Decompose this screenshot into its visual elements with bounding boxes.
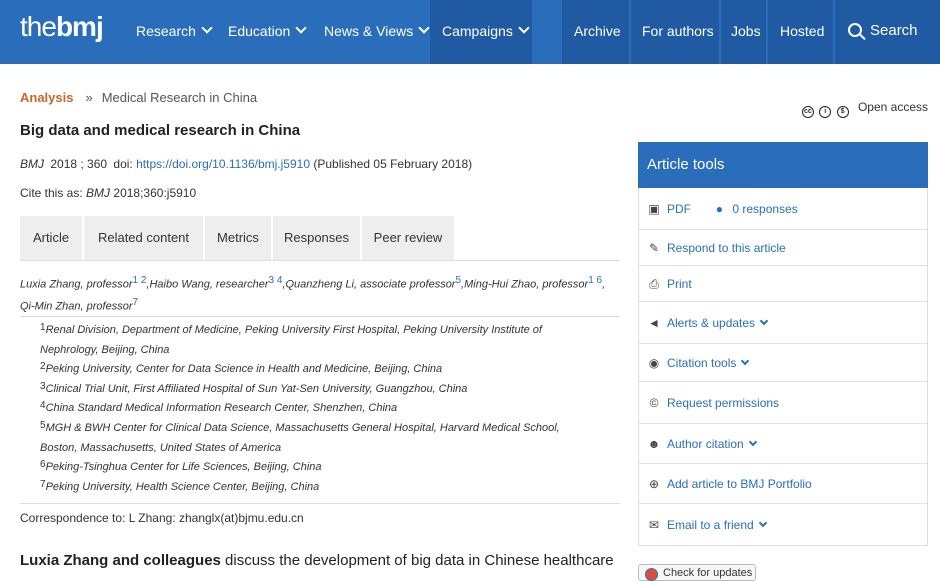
bmj-logo[interactable]: thebmj xyxy=(20,10,104,44)
tool-add-portfolio[interactable]: ⊕ Add article to BMJ Portfolio xyxy=(639,464,927,504)
plus-circle-icon: ⊕ xyxy=(648,477,660,491)
nav-research[interactable]: Research xyxy=(136,0,213,64)
nav-news-views[interactable]: News & Views xyxy=(324,0,430,64)
edit-icon: ✎ xyxy=(648,241,660,255)
author-name[interactable]: Quanzheng Li, associate professor xyxy=(285,279,455,291)
article-title: Big data and medical research in China xyxy=(20,122,301,139)
nav-search[interactable]: Search xyxy=(848,0,918,64)
tab-peer-review[interactable]: Peer review xyxy=(362,216,454,260)
affiliation-item: 4China Standard Medical Information Rese… xyxy=(40,400,398,415)
nav-jobs[interactable]: Jobs xyxy=(731,0,761,64)
user-icon: ☻ xyxy=(647,437,661,451)
comment-icon: ● xyxy=(715,202,723,216)
correspondence: Correspondence to: L Zhang: zhanglx(at)b… xyxy=(20,511,304,525)
author-name[interactable]: Qi-Min Zhan, professor xyxy=(20,300,132,312)
tool-pdf[interactable]: ▣ PDF xyxy=(647,202,691,216)
doi-link[interactable]: https://doi.org/10.1136/bmj.j5910 xyxy=(136,157,310,171)
breadcrumb: Analysis» Medical Research in China xyxy=(20,90,258,105)
nav-archive[interactable]: Archive xyxy=(574,0,621,64)
tool-print[interactable]: ⎙ Print xyxy=(639,266,927,302)
tool-author-citation[interactable]: ☻ Author citation xyxy=(639,424,927,464)
globe-icon: ◉ xyxy=(648,356,660,370)
chevron-down-icon xyxy=(759,316,769,326)
tool-responses[interactable]: ● 0 responses xyxy=(712,202,798,216)
nav-for-authors[interactable]: For authors xyxy=(642,0,714,64)
chevron-down-icon xyxy=(201,22,213,34)
author-name[interactable]: Haibo Wang, researcher xyxy=(149,279,268,291)
affiliation-item: 5MGH & BWH Center for Clinical Data Scie… xyxy=(40,419,560,454)
cc-icon: cc xyxy=(801,106,814,118)
author-list: Luxia Zhang, professor1 2,Haibo Wang, re… xyxy=(20,275,606,313)
article-tools-panel: ▣ PDF ● 0 responses ✎ Respond to this artic… xyxy=(638,188,928,546)
affiliation-item: 6Peking-Tsinghua Center for Life Science… xyxy=(40,459,322,474)
copyright-icon: © xyxy=(649,396,659,410)
affiliation-list: 1Renal Division, Department of Medicine,… xyxy=(20,316,620,505)
breadcrumb-subsection[interactable]: Medical Research in China xyxy=(102,90,257,105)
affiliation-item: 7Peking University, Health Science Cente… xyxy=(40,478,320,493)
search-icon xyxy=(848,23,862,37)
chevron-down-icon xyxy=(518,22,530,34)
chevron-down-icon xyxy=(418,22,430,34)
tool-alerts[interactable]: ◄ Alerts & updates xyxy=(639,302,927,344)
author-name[interactable]: Ming-Hui Zhao, professor xyxy=(464,279,588,291)
chevron-down-icon xyxy=(741,356,750,366)
cc-nc-icon: $ xyxy=(836,106,849,118)
nav-hosted[interactable]: Hosted xyxy=(780,0,824,64)
cc-by-icon: i xyxy=(819,106,832,118)
tool-email[interactable]: ✉ Email to a friend xyxy=(639,504,927,546)
chevron-down-icon xyxy=(295,22,307,34)
nav-campaigns[interactable]: Campaigns xyxy=(442,0,530,64)
top-navigation: thebmj Research Education News & Views C… xyxy=(0,0,940,64)
article-lede: Luxia Zhang and colleagues discuss the d… xyxy=(20,552,614,569)
tab-responses[interactable]: Responses xyxy=(273,216,360,260)
megaphone-icon: ◄ xyxy=(648,316,660,330)
affiliation-item: 1Renal Division, Department of Medicine,… xyxy=(40,322,542,356)
nav-divider xyxy=(629,0,631,64)
tab-divider xyxy=(20,260,620,261)
affiliation-item: 2Peking University, Center for Data Scie… xyxy=(40,361,443,376)
chevron-down-icon xyxy=(748,437,757,447)
tab-related-content[interactable]: Related content xyxy=(84,216,203,260)
tool-citation-tools[interactable]: ◉ Citation tools xyxy=(639,344,927,382)
nav-divider xyxy=(766,0,768,64)
chevron-down-icon xyxy=(758,518,767,528)
article-tools-heading: Article tools xyxy=(638,142,928,188)
nav-divider xyxy=(833,0,835,64)
print-icon: ⎙ xyxy=(649,277,659,291)
envelope-icon: ✉ xyxy=(648,518,660,532)
check-for-updates-button[interactable]: Check for updates xyxy=(638,564,756,581)
article-meta: BMJ 2018 ; 360 doi: https://doi.org/10.1… xyxy=(20,157,473,171)
affiliation-item: 3Clinical Trial Unit, First Affiliated H… xyxy=(40,380,468,395)
tool-permissions[interactable]: © Request permissions xyxy=(639,382,927,424)
tab-metrics[interactable]: Metrics xyxy=(205,216,271,260)
nav-divider xyxy=(719,0,721,64)
cite-as: Cite this as: BMJ 2018;360:j5910 xyxy=(20,186,197,200)
tab-article[interactable]: Article xyxy=(20,216,82,260)
author-name[interactable]: Luxia Zhang, professor xyxy=(20,279,133,291)
tool-respond[interactable]: ✎ Respond to this article xyxy=(639,230,927,266)
pdf-icon: ▣ xyxy=(648,202,660,216)
breadcrumb-section[interactable]: Analysis xyxy=(20,90,73,105)
open-access-badge: cc i $ Open access xyxy=(801,100,928,118)
tool-row-pdf: ▣ PDF ● 0 responses xyxy=(639,188,927,230)
nav-education[interactable]: Education xyxy=(228,0,307,64)
